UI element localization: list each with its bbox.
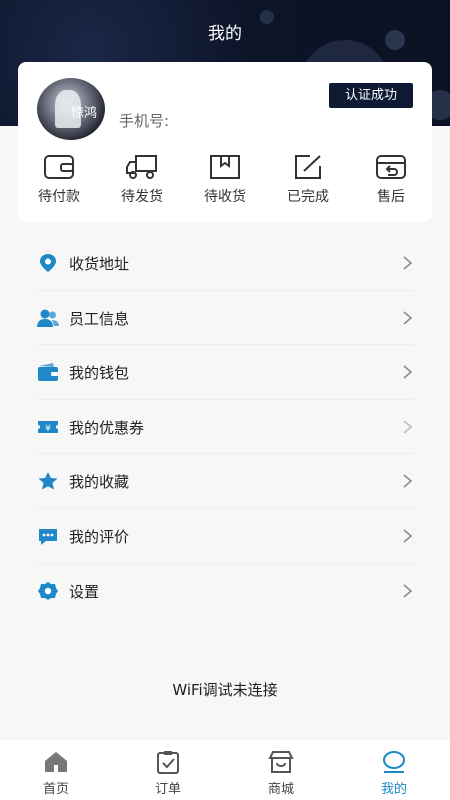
chevron-right-icon: [403, 420, 413, 434]
menu-item-reviews[interactable]: 我的评价: [37, 509, 413, 564]
star-icon: [38, 472, 58, 490]
tab-home[interactable]: 首页: [0, 740, 112, 797]
order-item-pending-payment[interactable]: 待付款: [24, 146, 94, 206]
phone-label: 手机号:: [119, 112, 170, 130]
order-label: 待发货: [121, 189, 163, 205]
users-icon: [37, 309, 59, 327]
home-icon: [45, 752, 67, 772]
tab-label: 首页: [42, 782, 69, 797]
order-label: 已完成: [287, 189, 329, 205]
tab-label: 我的: [380, 782, 407, 797]
coupon-icon: ¥: [38, 420, 58, 434]
profile-card: 惊鸿 手机号: 认证成功 待付款 待发货 待收货 已完成 售后: [18, 62, 432, 222]
edit-icon: [295, 155, 321, 179]
gear-icon: [38, 581, 58, 600]
avatar[interactable]: 惊鸿: [37, 78, 105, 140]
menu-item-label: 我的评价: [69, 527, 130, 546]
menu-item-label: 我的优惠券: [69, 418, 145, 437]
chevron-right-icon: [403, 311, 413, 325]
cert-badge: 认证成功: [329, 83, 413, 108]
store-icon: [268, 751, 294, 773]
menu-list: 收货地址 员工信息 我的钱包 ¥ 我的优惠券 我的收藏 我的评价 设置: [0, 236, 450, 619]
order-item-pending-shipment[interactable]: 待发货: [107, 146, 177, 206]
package-icon: [210, 155, 240, 179]
order-label: 待付款: [38, 189, 80, 205]
truck-icon: [126, 155, 157, 179]
page-title: 我的: [208, 24, 242, 44]
tab-orders[interactable]: 订单: [112, 740, 224, 797]
chevron-right-icon: [403, 256, 413, 270]
chevron-right-icon: [403, 365, 413, 379]
menu-item-label: 收货地址: [69, 255, 130, 273]
order-label: 售后: [377, 189, 405, 205]
menu-item-staff[interactable]: 员工信息: [37, 291, 413, 346]
order-item-pending-receipt[interactable]: 待收货: [190, 146, 260, 206]
menu-item-wallet[interactable]: 我的钱包: [37, 345, 413, 400]
location-pin-icon: [40, 254, 56, 272]
tab-label: 订单: [154, 782, 181, 797]
tab-label: 商城: [267, 782, 294, 797]
menu-item-settings[interactable]: 设置: [37, 564, 413, 619]
order-item-after-sales[interactable]: 售后: [356, 146, 426, 206]
wifi-status: WiFi调试未连接: [172, 681, 278, 699]
menu-item-label: 员工信息: [69, 309, 130, 328]
avatar-text: 惊鸿: [70, 106, 97, 121]
menu-item-coupons[interactable]: ¥ 我的优惠券: [37, 400, 413, 455]
return-icon: [376, 155, 406, 179]
menu-item-label: 我的钱包: [69, 364, 130, 383]
chevron-right-icon: [403, 474, 413, 488]
chevron-right-icon: [403, 583, 413, 598]
wallet-icon: [38, 363, 58, 382]
order-label: 待收货: [204, 189, 246, 205]
menu-item-favorites[interactable]: 我的收藏: [37, 454, 413, 509]
order-icon: [157, 751, 179, 774]
tab-bar: 首页 订单 商城 我的: [0, 740, 450, 800]
tab-store[interactable]: 商城: [225, 740, 337, 797]
menu-item-address[interactable]: 收货地址: [37, 236, 413, 291]
profile-icon: [383, 751, 405, 773]
order-item-completed[interactable]: 已完成: [273, 146, 343, 206]
wallet-icon: [44, 155, 74, 179]
menu-item-label: 设置: [69, 582, 100, 601]
menu-item-label: 我的收藏: [69, 473, 130, 492]
order-shortcuts: 待付款 待发货 待收货 已完成 售后: [0, 146, 450, 208]
chevron-right-icon: [403, 529, 413, 543]
svg-text:¥: ¥: [45, 424, 51, 434]
comment-icon: [39, 528, 57, 545]
tab-mine[interactable]: 我的: [338, 740, 450, 797]
